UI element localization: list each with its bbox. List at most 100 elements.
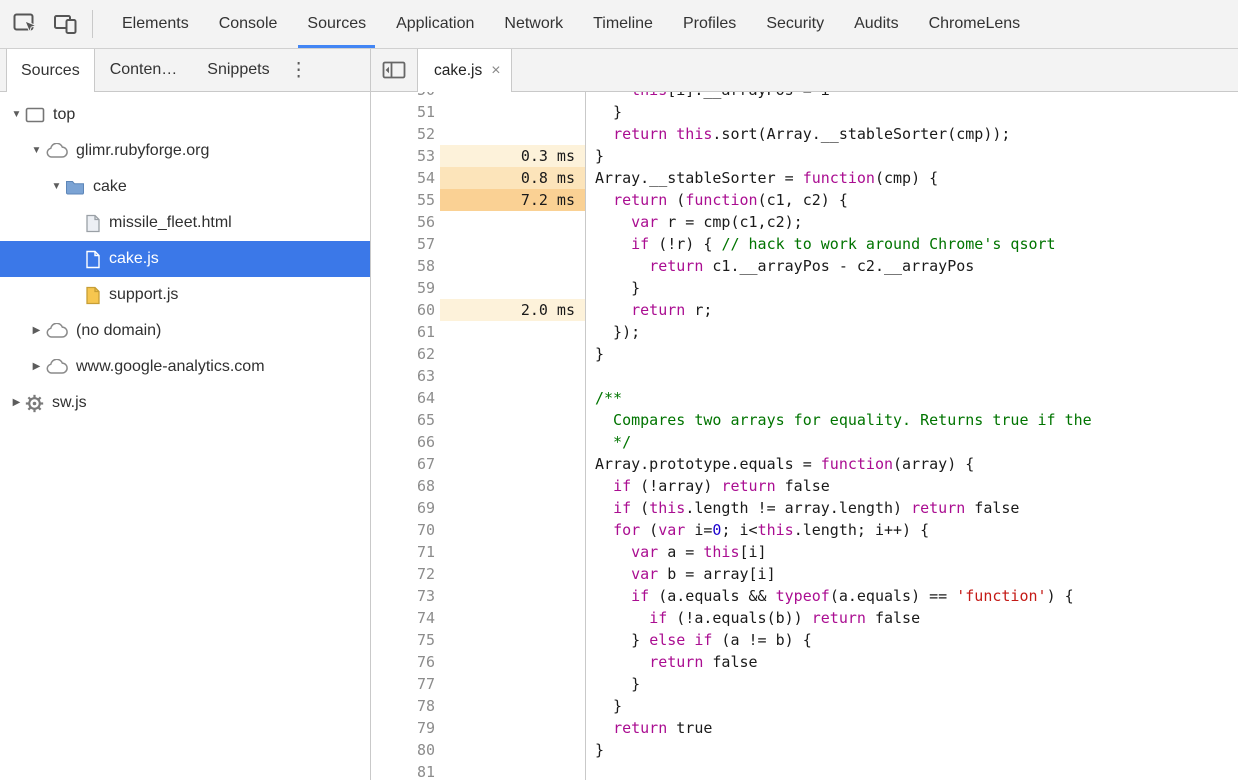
line-number[interactable]: 60: [371, 299, 440, 321]
code-text[interactable]: */: [586, 431, 1238, 453]
device-toolbar-button[interactable]: [50, 10, 82, 38]
code-text[interactable]: var r = cmp(c1,c2);: [586, 211, 1238, 233]
main-tab-sources[interactable]: Sources: [292, 0, 381, 48]
code-text[interactable]: /**: [586, 387, 1238, 409]
line-number[interactable]: 52: [371, 123, 440, 145]
line-number[interactable]: 73: [371, 585, 440, 607]
code-text[interactable]: }: [586, 673, 1238, 695]
expanded-triangle-icon[interactable]: ▼: [8, 110, 25, 120]
line-number[interactable]: 75: [371, 629, 440, 651]
line-number[interactable]: 78: [371, 695, 440, 717]
editor-tab-cake-js[interactable]: cake.js ×: [418, 49, 512, 92]
code-text[interactable]: for (var i=0; i<this.length; i++) {: [586, 519, 1238, 541]
code-line-73: 73 if (a.equals && typeof(a.equals) == '…: [371, 585, 1238, 607]
collapsed-triangle-icon[interactable]: ▶: [8, 398, 25, 408]
code-text[interactable]: }: [586, 101, 1238, 123]
main-tab-audits[interactable]: Audits: [839, 0, 913, 48]
line-number[interactable]: 55: [371, 189, 440, 211]
code-text[interactable]: Array.__stableSorter = function(cmp) {: [586, 167, 1238, 189]
code-text[interactable]: }: [586, 277, 1238, 299]
code-editor[interactable]: 50 this[i].__arrayPos = i 51 } 52 return t…: [371, 92, 1238, 780]
line-number[interactable]: 77: [371, 673, 440, 695]
line-number[interactable]: 62: [371, 343, 440, 365]
sidebar-tab-conten[interactable]: Conten…: [95, 49, 193, 91]
line-number[interactable]: 51: [371, 101, 440, 123]
line-number[interactable]: 56: [371, 211, 440, 233]
code-text[interactable]: var b = array[i]: [586, 563, 1238, 585]
line-number[interactable]: 58: [371, 255, 440, 277]
code-text[interactable]: return (function(c1, c2) {: [586, 189, 1238, 211]
code-text[interactable]: if (!a.equals(b)) return false: [586, 607, 1238, 629]
tree-item-cake[interactable]: ▼cake: [0, 169, 370, 205]
line-number[interactable]: 74: [371, 607, 440, 629]
code-text[interactable]: return true: [586, 717, 1238, 739]
tree-item-missile-fleet-html[interactable]: missile_fleet.html: [0, 205, 370, 241]
code-text[interactable]: if (!array) return false: [586, 475, 1238, 497]
code-text[interactable]: });: [586, 321, 1238, 343]
code-text[interactable]: return false: [586, 651, 1238, 673]
code-text[interactable]: if (this.length != array.length) return …: [586, 497, 1238, 519]
code-text[interactable]: Compares two arrays for equality. Return…: [586, 409, 1238, 431]
line-number[interactable]: 57: [371, 233, 440, 255]
code-text[interactable]: } else if (a != b) {: [586, 629, 1238, 651]
line-number[interactable]: 65: [371, 409, 440, 431]
main-tab-elements[interactable]: Elements: [107, 0, 204, 48]
code-text[interactable]: return this.sort(Array.__stableSorter(cm…: [586, 123, 1238, 145]
line-number[interactable]: 54: [371, 167, 440, 189]
code-text[interactable]: }: [586, 739, 1238, 761]
code-text[interactable]: [586, 365, 1238, 387]
code-text[interactable]: }: [586, 695, 1238, 717]
sidebar-tab-snippets[interactable]: Snippets: [192, 49, 284, 91]
code-text[interactable]: var a = this[i]: [586, 541, 1238, 563]
line-number[interactable]: 81: [371, 761, 440, 780]
line-number[interactable]: 69: [371, 497, 440, 519]
tree-item-support-js[interactable]: support.js: [0, 277, 370, 313]
tree-item-glimr-rubyforge-org[interactable]: ▼glimr.rubyforge.org: [0, 133, 370, 169]
code-text[interactable]: }: [586, 343, 1238, 365]
collapsed-triangle-icon[interactable]: ▶: [28, 326, 45, 336]
line-number[interactable]: 76: [371, 651, 440, 673]
tree-item-top[interactable]: ▼top: [0, 97, 370, 133]
line-number[interactable]: 59: [371, 277, 440, 299]
line-number[interactable]: 66: [371, 431, 440, 453]
line-number[interactable]: 70: [371, 519, 440, 541]
main-tab-timeline[interactable]: Timeline: [578, 0, 668, 48]
code-text[interactable]: return c1.__arrayPos - c2.__arrayPos: [586, 255, 1238, 277]
line-number[interactable]: 67: [371, 453, 440, 475]
line-number[interactable]: 50: [371, 92, 440, 101]
line-number[interactable]: 53: [371, 145, 440, 167]
line-number[interactable]: 64: [371, 387, 440, 409]
expanded-triangle-icon[interactable]: ▼: [48, 182, 65, 192]
tree-item-cake-js[interactable]: cake.js: [0, 241, 370, 277]
main-tab-application[interactable]: Application: [381, 0, 489, 48]
inspect-element-button[interactable]: [10, 10, 42, 38]
code-text[interactable]: [586, 761, 1238, 780]
main-tab-chromelens[interactable]: ChromeLens: [914, 0, 1036, 48]
expanded-triangle-icon[interactable]: ▼: [28, 146, 45, 156]
code-text[interactable]: if (!r) { // hack to work around Chrome'…: [586, 233, 1238, 255]
tab-close-icon[interactable]: ×: [491, 63, 500, 79]
line-number[interactable]: 80: [371, 739, 440, 761]
toggle-navigator-button[interactable]: [371, 49, 418, 91]
code-text[interactable]: return r;: [586, 299, 1238, 321]
tree-item-no-domain[interactable]: ▶(no domain): [0, 313, 370, 349]
line-number[interactable]: 71: [371, 541, 440, 563]
more-tabs-menu-icon[interactable]: ⋮: [285, 49, 313, 91]
code-text[interactable]: }: [586, 145, 1238, 167]
tree-item-www-google-analytics-com[interactable]: ▶www.google-analytics.com: [0, 349, 370, 385]
sidebar-tab-sources[interactable]: Sources: [6, 49, 95, 92]
code-text[interactable]: this[i].__arrayPos = i: [586, 92, 1238, 101]
line-number[interactable]: 72: [371, 563, 440, 585]
code-text[interactable]: if (a.equals && typeof(a.equals) == 'fun…: [586, 585, 1238, 607]
line-number[interactable]: 63: [371, 365, 440, 387]
main-tab-profiles[interactable]: Profiles: [668, 0, 751, 48]
main-tab-security[interactable]: Security: [751, 0, 839, 48]
line-number[interactable]: 79: [371, 717, 440, 739]
code-text[interactable]: Array.prototype.equals = function(array)…: [586, 453, 1238, 475]
main-tab-network[interactable]: Network: [489, 0, 578, 48]
line-number[interactable]: 68: [371, 475, 440, 497]
line-number[interactable]: 61: [371, 321, 440, 343]
tree-item-sw-js[interactable]: ▶sw.js: [0, 385, 370, 421]
collapsed-triangle-icon[interactable]: ▶: [28, 362, 45, 372]
main-tab-console[interactable]: Console: [204, 0, 293, 48]
